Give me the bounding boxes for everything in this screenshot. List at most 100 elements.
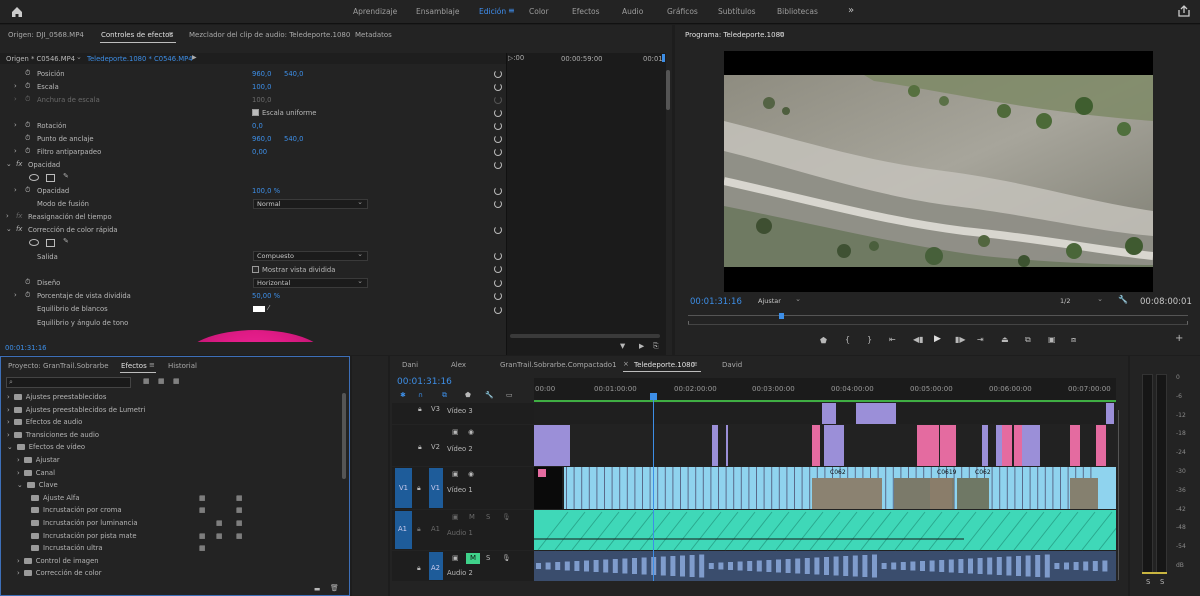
clip-v1-edge[interactable] (794, 467, 795, 509)
mark-out-icon[interactable]: } (867, 335, 872, 344)
chevron-icon[interactable]: › (17, 469, 20, 477)
resolution-select[interactable]: 1/2 (1056, 295, 1108, 306)
tab-effect-controls[interactable]: Controles de efectos (101, 31, 173, 39)
stopwatch-icon[interactable]: ⏱ (25, 95, 30, 104)
clip-v1-edge[interactable] (991, 467, 993, 509)
reset-icon[interactable] (494, 83, 502, 91)
mark-in-icon[interactable]: { (845, 335, 850, 344)
lock-icon[interactable]: 🔒︎ (417, 484, 421, 493)
clip-a2-waveform[interactable] (939, 560, 945, 572)
lock-icon[interactable]: 🔒︎ (417, 564, 421, 573)
clip-a2-waveform[interactable] (632, 558, 637, 574)
clip-a2-waveform[interactable] (1092, 561, 1098, 571)
clip-a2-waveform[interactable] (622, 558, 628, 574)
go-to-in-icon[interactable]: ⇤ (889, 335, 896, 344)
workspace-color[interactable]: Color (529, 7, 549, 16)
flicker-value[interactable]: 0,00 (252, 148, 267, 156)
reset-icon[interactable] (494, 265, 502, 273)
chevron-icon[interactable]: ⌄ (17, 481, 23, 489)
track-target-v2[interactable]: V2 (431, 443, 440, 451)
stopwatch-icon[interactable]: ⏱ (25, 186, 30, 195)
clip-a2-waveform[interactable] (545, 562, 551, 570)
clip-v2[interactable] (534, 425, 570, 466)
reset-icon[interactable] (494, 122, 502, 130)
tab-menu-icon[interactable]: ≡ (779, 30, 785, 38)
film-icon[interactable]: ▣ (452, 470, 458, 478)
effects-search-input[interactable]: ⌕ (6, 377, 131, 388)
clip-v1-edge[interactable] (702, 467, 704, 509)
clip-a2-waveform[interactable] (1025, 555, 1031, 577)
add-marker-icon[interactable]: ⬟ (820, 336, 827, 345)
anchor-y[interactable]: 540,0 (284, 135, 303, 143)
clip-v1-edge[interactable] (718, 467, 719, 509)
clip-v3[interactable] (822, 403, 836, 424)
clip-v1-edge[interactable] (786, 467, 788, 509)
chevron-icon[interactable]: › (7, 431, 10, 439)
clip-a2-waveform[interactable] (920, 561, 925, 571)
clip-a2-waveform[interactable] (1102, 560, 1108, 572)
chevron-icon[interactable]: › (17, 456, 20, 464)
close-icon[interactable]: × (623, 360, 629, 368)
clip-a2-waveform[interactable] (612, 559, 618, 573)
clip-v1-edge[interactable] (604, 467, 605, 509)
tab-sequence-david[interactable]: David (722, 361, 742, 369)
workspace-ensamblaje[interactable]: Ensamblaje (416, 7, 459, 16)
yuv-icon[interactable]: ▦ (173, 377, 179, 385)
program-playhead[interactable] (779, 313, 784, 319)
clip-a2-waveform[interactable] (1006, 556, 1012, 576)
mic-icon[interactable]: 🎙︎ (502, 554, 511, 562)
tab-effects[interactable]: Efectos (121, 362, 147, 370)
clip-a2-waveform[interactable] (948, 559, 954, 573)
32bit-icon[interactable]: ▦ (158, 377, 164, 385)
clip-v1-edge[interactable] (680, 467, 681, 509)
clip-selector-sequence[interactable]: Teledeporte.1080 * C0546.MP4 (87, 55, 193, 63)
clip-a2-waveform[interactable] (881, 563, 887, 569)
clip-v1-edge[interactable] (801, 467, 803, 509)
lock-icon[interactable]: 🔒︎ (418, 443, 422, 452)
clip-a2-waveform[interactable] (987, 557, 993, 575)
clip-v1-edge[interactable] (573, 467, 575, 509)
clip-a2-waveform[interactable] (756, 560, 762, 572)
clip-v1-edge[interactable] (695, 467, 697, 509)
reset-icon[interactable] (494, 109, 502, 117)
tree-item[interactable]: Incrustación ultra (27, 544, 103, 552)
clip-v1-edge[interactable] (687, 467, 689, 509)
tab-menu-icon[interactable]: ≡ (149, 361, 155, 369)
stopwatch-icon[interactable]: ⏱ (25, 82, 30, 91)
clip-v1-edge[interactable] (619, 467, 621, 509)
tree-item[interactable]: Incrustación por pista mate (27, 532, 137, 540)
clip-a2-waveform[interactable] (958, 559, 964, 573)
clip-a2-waveform[interactable] (593, 560, 599, 572)
clip-v1-edge[interactable] (809, 467, 811, 509)
clip-a2-waveform[interactable] (824, 557, 829, 575)
reset-icon[interactable] (494, 279, 502, 287)
clip-a2-waveform[interactable] (814, 557, 820, 575)
clip-a2-waveform[interactable] (833, 556, 839, 576)
clip-a2-waveform[interactable] (670, 556, 676, 576)
play-clip-icon[interactable]: ▶ (192, 54, 197, 61)
position-y[interactable]: 540,0 (284, 70, 303, 78)
clip-a2-waveform[interactable] (555, 562, 561, 570)
clip-a2-waveform[interactable] (996, 557, 1002, 575)
nest-icon[interactable]: ✱ (400, 391, 406, 399)
timeline-timecode[interactable]: 00:01:31:16 (397, 377, 452, 387)
clip-v1-edge[interactable] (740, 467, 742, 509)
clip-a2-waveform[interactable] (564, 561, 570, 571)
eye-icon[interactable]: ◉ (468, 428, 474, 436)
clip-v1-edge[interactable] (999, 467, 1001, 509)
stopwatch-icon[interactable]: ⏱ (25, 69, 30, 78)
export-frame-icon[interactable]: ⎘ (653, 342, 658, 351)
clip-a2-waveform[interactable] (862, 555, 868, 577)
clip-v1-edge[interactable] (1044, 467, 1046, 509)
reset-icon[interactable] (494, 187, 502, 195)
rectangle-mask-icon[interactable] (46, 239, 55, 247)
clip-v1-edge[interactable] (611, 467, 613, 509)
trash-icon[interactable]: 🗑 (330, 584, 339, 592)
solo-button[interactable]: S (486, 554, 490, 562)
clip-v1-edge[interactable] (649, 467, 651, 509)
clip-a2-waveform[interactable] (766, 560, 772, 572)
accelerated-icon[interactable]: ▦ (143, 377, 149, 385)
clip-v2[interactable] (1022, 425, 1040, 466)
captions-icon[interactable]: ▭ (506, 391, 512, 399)
stopwatch-icon[interactable]: ⏱ (25, 291, 30, 300)
